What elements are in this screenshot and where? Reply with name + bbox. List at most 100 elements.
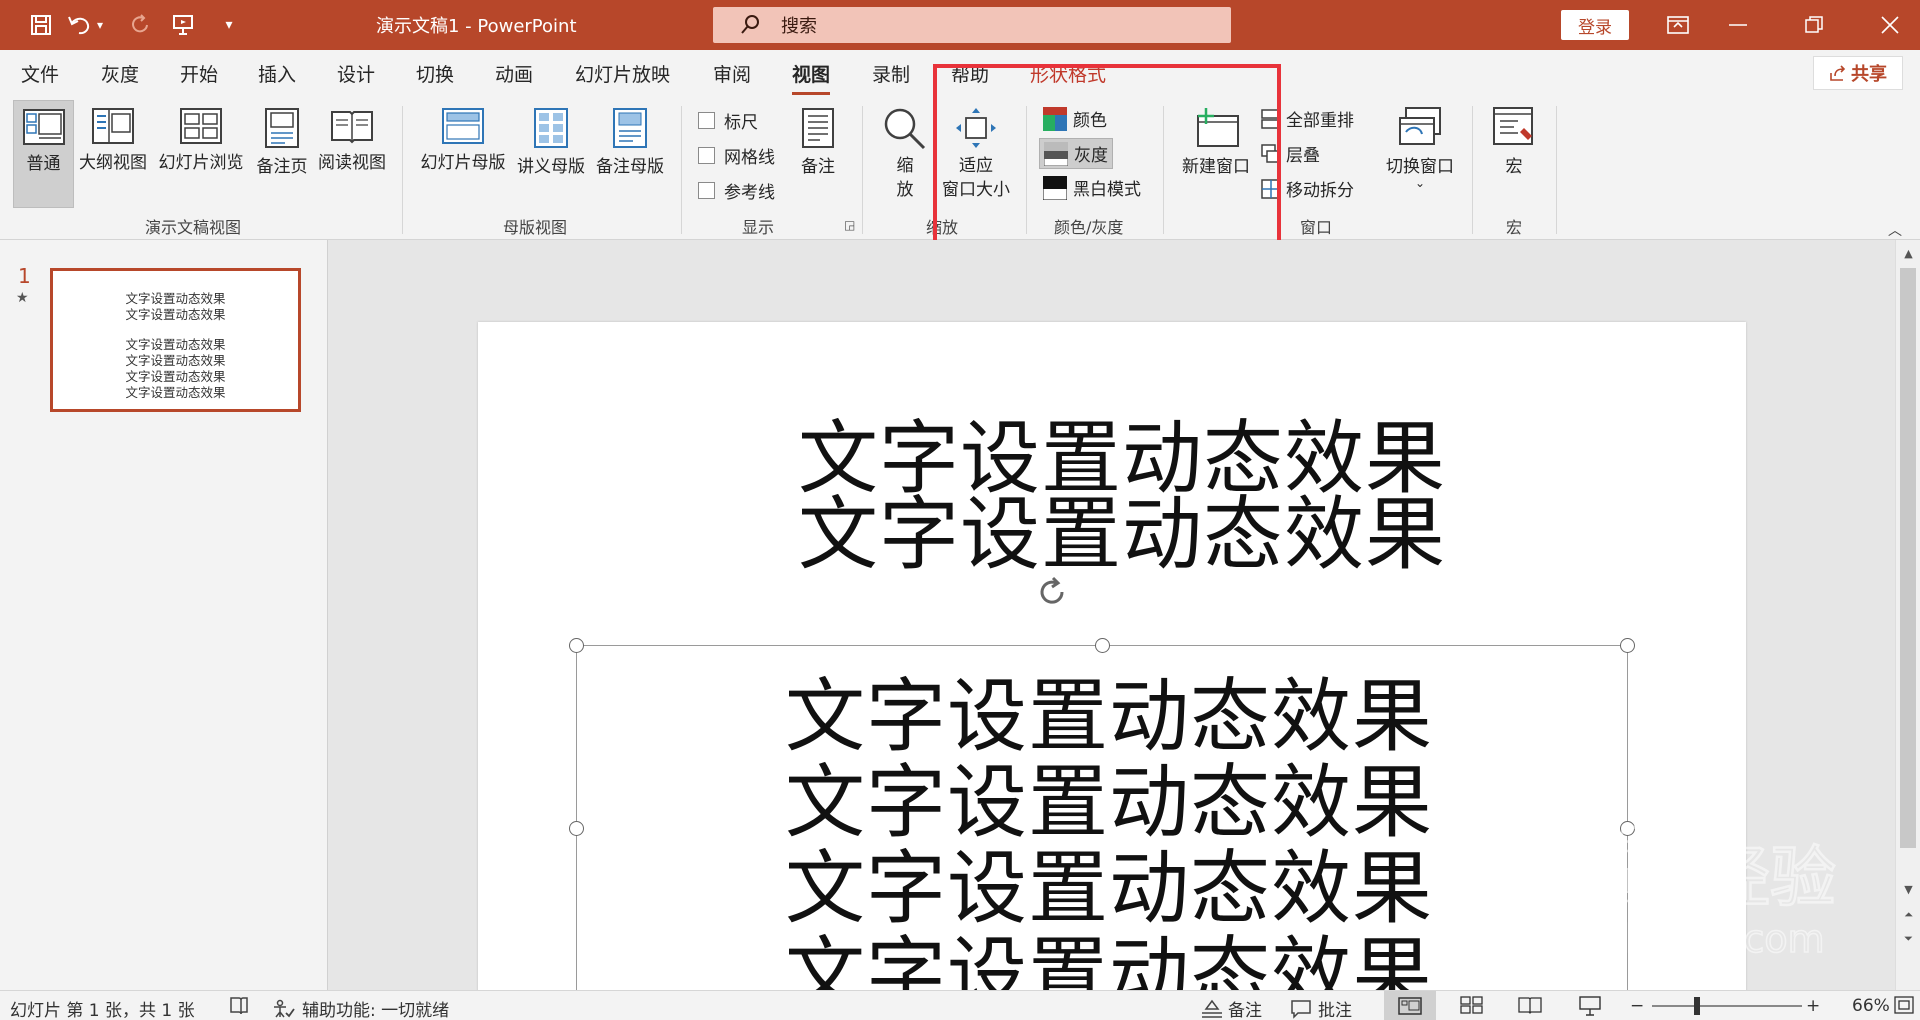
notes-master-label: 备注母版 xyxy=(596,157,664,177)
cascade-button[interactable]: 层叠 xyxy=(1260,141,1320,166)
share-label: 共享 xyxy=(1851,64,1887,85)
color-mode-button[interactable]: 颜色 xyxy=(1039,104,1111,133)
zoom-percentage[interactable]: 66% xyxy=(1852,996,1890,1016)
black-white-swatch-icon xyxy=(1043,175,1067,200)
cascade-label: 层叠 xyxy=(1286,146,1320,166)
tab-home[interactable]: 开始 xyxy=(180,60,218,87)
group-label-zoom: 缩放 xyxy=(926,218,959,237)
scroll-up-icon[interactable]: ▲ xyxy=(1896,242,1920,264)
resize-handle-left[interactable] xyxy=(569,821,584,836)
undo-dropdown-icon[interactable]: ▾ xyxy=(92,8,108,42)
zoom-button[interactable]: 缩 放 xyxy=(880,106,930,202)
accessibility-status[interactable]: 辅助功能: 一切就绪 xyxy=(272,996,449,1020)
reading-view-button[interactable]: 阅读视图 xyxy=(314,108,390,173)
show-dialog-launcher-icon[interactable]: ◲ xyxy=(844,218,855,232)
fit-to-window-line2: 窗口大小 xyxy=(942,180,1010,200)
normal-view-button[interactable]: 普通 xyxy=(13,100,74,208)
switch-window-button[interactable]: 切换窗口 ⌄ xyxy=(1380,106,1460,189)
zoom-label-line2: 放 xyxy=(896,180,914,200)
outline-view-label: 大纲视图 xyxy=(79,153,147,173)
tab-file[interactable]: 文件 xyxy=(21,60,59,87)
slide-sorter-icon xyxy=(180,108,222,144)
ribbon: 普通 大纲视图 幻灯片浏览 备注页 阅读视图 演示文稿视图 幻灯片母版 讲义母版 xyxy=(0,96,1920,240)
slide-thumbnail[interactable]: 文字设置动态效果 文字设置动态效果 文字设置动态效果 文字设置动态效果 文字设置… xyxy=(50,268,301,412)
gridlines-checkbox[interactable]: 网格线 xyxy=(698,143,775,168)
notes-page-icon xyxy=(265,108,299,148)
zoom-slider-thumb[interactable] xyxy=(1694,997,1700,1015)
notes-toggle-button[interactable]: 备注 xyxy=(796,108,840,177)
share-button[interactable]: 共享 xyxy=(1813,56,1903,90)
fit-slide-status-icon[interactable] xyxy=(1894,996,1914,1014)
guides-checkbox[interactable]: 参考线 xyxy=(698,178,775,203)
present-from-start-icon[interactable] xyxy=(166,8,200,42)
slide-number: 1 xyxy=(18,264,31,288)
slide-count-status[interactable]: 幻灯片 第 1 张，共 1 张 xyxy=(10,996,195,1020)
notes-page-button[interactable]: 备注页 xyxy=(252,108,312,177)
baidu-jingyan-watermark: Bai du 经验 jingyan.baidu.com xyxy=(1472,824,1837,962)
save-icon[interactable] xyxy=(24,8,58,42)
search-box[interactable]: 搜索 xyxy=(713,7,1231,43)
tab-record[interactable]: 录制 xyxy=(872,60,910,87)
normal-view-status-icon[interactable] xyxy=(1384,991,1436,1020)
spell-check-icon[interactable] xyxy=(228,996,250,1016)
tab-shape-format[interactable]: 形状格式 xyxy=(1030,60,1106,87)
black-white-mode-button[interactable]: 黑白模式 xyxy=(1039,173,1145,202)
resize-handle-top[interactable] xyxy=(1095,638,1110,653)
guides-label: 参考线 xyxy=(724,183,775,203)
notes-master-button[interactable]: 备注母版 xyxy=(593,108,667,177)
macros-button[interactable]: 宏 xyxy=(1488,106,1540,177)
zoom-magnifier-icon xyxy=(884,108,926,150)
body-line[interactable]: 文字设置动态效果 xyxy=(785,910,1433,990)
arrange-all-button[interactable]: 全部重排 xyxy=(1260,106,1354,131)
tab-animations[interactable]: 动画 xyxy=(495,60,533,87)
minimize-icon[interactable] xyxy=(1710,6,1766,44)
group-separator xyxy=(1556,106,1557,234)
rotate-handle-icon[interactable] xyxy=(1034,574,1070,610)
title-line[interactable]: 文字设置动态效果 xyxy=(798,470,1446,586)
handout-master-button[interactable]: 讲义母版 xyxy=(514,108,588,177)
grayscale-mode-button[interactable]: 灰度 xyxy=(1039,138,1113,169)
zoom-slider[interactable] xyxy=(1652,1005,1802,1007)
tab-help[interactable]: 帮助 xyxy=(951,60,989,87)
slide-master-icon xyxy=(442,108,484,144)
zoom-out-icon[interactable]: − xyxy=(1630,996,1644,1016)
comments-status-button[interactable]: 批注 xyxy=(1290,996,1352,1020)
grayscale-swatch-icon xyxy=(1044,141,1068,166)
reading-view-icon xyxy=(331,111,373,144)
undo-icon[interactable] xyxy=(62,8,96,42)
slide-master-button[interactable]: 幻灯片母版 xyxy=(416,108,510,173)
restore-icon[interactable] xyxy=(1786,6,1842,44)
collapse-ribbon-icon[interactable]: ︿ xyxy=(1888,220,1902,240)
tab-transitions[interactable]: 切换 xyxy=(416,60,454,87)
tab-review[interactable]: 审阅 xyxy=(713,60,751,87)
move-split-button[interactable]: 移动拆分 xyxy=(1260,176,1354,201)
fit-to-window-button[interactable]: 适应 窗口大小 xyxy=(936,106,1016,202)
notes-status-button[interactable]: 备注 xyxy=(1200,996,1262,1020)
slide-sorter-button[interactable]: 幻灯片浏览 xyxy=(156,108,246,173)
group-label-color-grayscale: 颜色/灰度 xyxy=(1054,218,1124,237)
tab-grayscale[interactable]: 灰度 xyxy=(101,60,139,87)
ruler-checkbox[interactable]: 标尺 xyxy=(698,108,758,133)
close-icon[interactable] xyxy=(1862,6,1918,44)
resize-handle-top-right[interactable] xyxy=(1620,638,1635,653)
scrollbar-thumb[interactable] xyxy=(1900,268,1916,848)
title-bar: ▾ ▾ 演示文稿1 - PowerPoint 搜索 登录 xyxy=(0,0,1920,50)
resize-handle-top-left[interactable] xyxy=(569,638,584,653)
tab-design[interactable]: 设计 xyxy=(337,60,375,87)
redo-icon[interactable] xyxy=(124,8,158,42)
slide-sorter-status-icon[interactable] xyxy=(1460,996,1484,1014)
guides-checkbox-box xyxy=(698,182,715,199)
reading-view-status-icon[interactable] xyxy=(1518,996,1542,1014)
login-button[interactable]: 登录 xyxy=(1561,10,1629,40)
tab-slideshow[interactable]: 幻灯片放映 xyxy=(575,60,670,87)
zoom-in-icon[interactable]: + xyxy=(1806,996,1820,1016)
cascade-icon xyxy=(1261,143,1281,163)
search-placeholder: 搜索 xyxy=(781,16,817,37)
customize-toolbar-icon[interactable]: ▾ xyxy=(212,8,246,42)
new-window-button[interactable]: 新建窗口 xyxy=(1176,106,1256,177)
tab-view[interactable]: 视图 xyxy=(792,60,831,95)
ribbon-display-options-icon[interactable] xyxy=(1650,6,1706,44)
tab-insert[interactable]: 插入 xyxy=(258,60,296,87)
slideshow-status-icon[interactable] xyxy=(1578,996,1602,1016)
outline-view-button[interactable]: 大纲视图 xyxy=(76,108,150,173)
